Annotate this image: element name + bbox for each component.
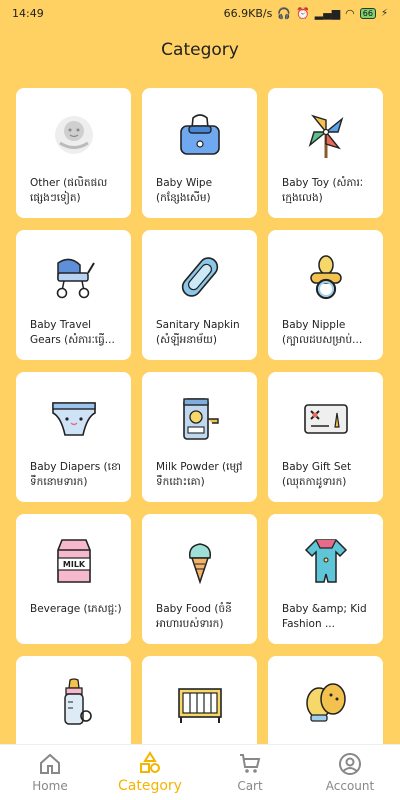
bottom-nav: Home Category Cart Account [0, 744, 400, 800]
category-label: Baby Diapers (ខោទឹកនោមទារក) [30, 461, 121, 488]
category-card-baby-wipe[interactable]: Baby Wipe (កន្សែងសើម) [142, 88, 257, 218]
status-bar: 14:49 66.9KB/s 🎧 ⏰ ▂▄▆ ◠ 66 ⚡ [0, 0, 400, 26]
category-label: Baby Wipe (កន្សែងសើម) [156, 177, 213, 204]
crib-icon [142, 674, 257, 732]
category-card-other[interactable]: Other (ផលិតផលផ្សេងៗទៀត) [16, 88, 131, 218]
page-title: Category [161, 40, 239, 60]
battery-level: 66 [362, 8, 373, 18]
category-card-baby-kid-fashion[interactable]: Baby &amp; Kid Fashion ... [268, 514, 383, 644]
gift-card-icon [268, 390, 383, 448]
nav-account[interactable]: Account [305, 752, 395, 793]
milk-carton-icon: MILK [16, 532, 131, 590]
category-card-baby-toy[interactable]: Baby Toy (សំភារៈក្មេងលេង) [268, 88, 383, 218]
pacifier-icon [268, 248, 383, 306]
pinwheel-icon [268, 106, 383, 164]
category-label: Other (ផលិតផលផ្សេងៗទៀត) [30, 177, 108, 204]
status-right: 66.9KB/s 🎧 ⏰ ▂▄▆ ◠ 66 ⚡ [224, 7, 388, 20]
ice-cream-icon [142, 532, 257, 590]
other-icon [16, 106, 131, 164]
category-card-baby-gift-set[interactable]: Baby Gift Set (ឈុតកាដូទារក) [268, 372, 383, 502]
battery-icon: 66 [359, 7, 376, 19]
milk-powder-icon [142, 390, 257, 448]
category-grid: Other (ផលិតផលផ្សេងៗទៀត) Baby Wipe (កន្សែ… [16, 88, 386, 786]
category-label: Sanitary Napkin (សំឡីអនាម័យ) [156, 319, 240, 346]
alarm-icon: ⏰ [296, 6, 310, 20]
category-card-baby-nipple[interactable]: Baby Nipple (ក្បាលដបសម្រាប់... [268, 230, 383, 360]
category-card-baby-diapers[interactable]: Baby Diapers (ខោទឹកនោមទារក) [16, 372, 131, 502]
svg-text:MILK: MILK [62, 560, 85, 569]
category-label: Baby Toy (សំភារៈក្មេងលេង) [282, 177, 364, 204]
stroller-icon [16, 248, 131, 306]
baby-bottle-icon [16, 674, 131, 732]
nav-category[interactable]: Category [105, 751, 195, 794]
home-icon [40, 753, 60, 774]
wifi-icon: ◠ [345, 6, 355, 20]
category-card-baby-food[interactable]: Baby Food (ចំនីអាហារបស់ទារក) [142, 514, 257, 644]
baby-wipe-icon [142, 106, 257, 164]
category-card-baby-travel-gears[interactable]: Baby Travel Gears (សំភារៈធ្វើ... [16, 230, 131, 360]
nav-cart[interactable]: Cart [205, 752, 295, 793]
diaper-icon [16, 390, 131, 448]
category-icon [140, 751, 160, 773]
category-card-beverage[interactable]: MILK Beverage (ភេសជ្ជៈ) [16, 514, 131, 644]
category-label: Baby &amp; Kid Fashion ... [282, 603, 367, 630]
nav-home[interactable]: Home [5, 752, 95, 793]
category-label: Milk Powder (ម្សៅទឹកដោះគោ) [156, 461, 243, 488]
cart-icon [240, 754, 261, 773]
category-label: Beverage (ភេសជ្ជៈ) [30, 603, 122, 615]
charging-icon: ⚡ [380, 7, 388, 19]
headphones-icon: 🎧 [277, 6, 292, 20]
category-card-sanitary-napkin[interactable]: Sanitary Napkin (សំឡីអនាម័យ) [142, 230, 257, 360]
category-card-milk-powder[interactable]: Milk Powder (ម្សៅទឹកដោះគោ) [142, 372, 257, 502]
status-time: 14:49 [12, 6, 44, 20]
nav-category-label: Category [118, 778, 182, 794]
category-label: Baby Food (ចំនីអាហារបស់ទារក) [156, 603, 232, 630]
nav-account-label: Account [325, 779, 375, 793]
category-label: Baby Gift Set (ឈុតកាដូទារក) [282, 461, 352, 488]
nav-cart-label: Cart [237, 779, 263, 793]
account-icon [339, 753, 361, 775]
category-label: Baby Travel Gears (សំភារៈធ្វើ... [30, 319, 115, 346]
network-speed: 66.9KB/s [223, 6, 273, 20]
signal-icon: ▂▄▆ [314, 6, 341, 20]
romper-icon [268, 532, 383, 590]
category-label: Baby Nipple (ក្បាលដបសម្រាប់... [282, 319, 363, 346]
mittens-icon [268, 674, 383, 732]
sanitary-pad-icon [142, 248, 257, 306]
nav-home-label: Home [32, 779, 68, 793]
